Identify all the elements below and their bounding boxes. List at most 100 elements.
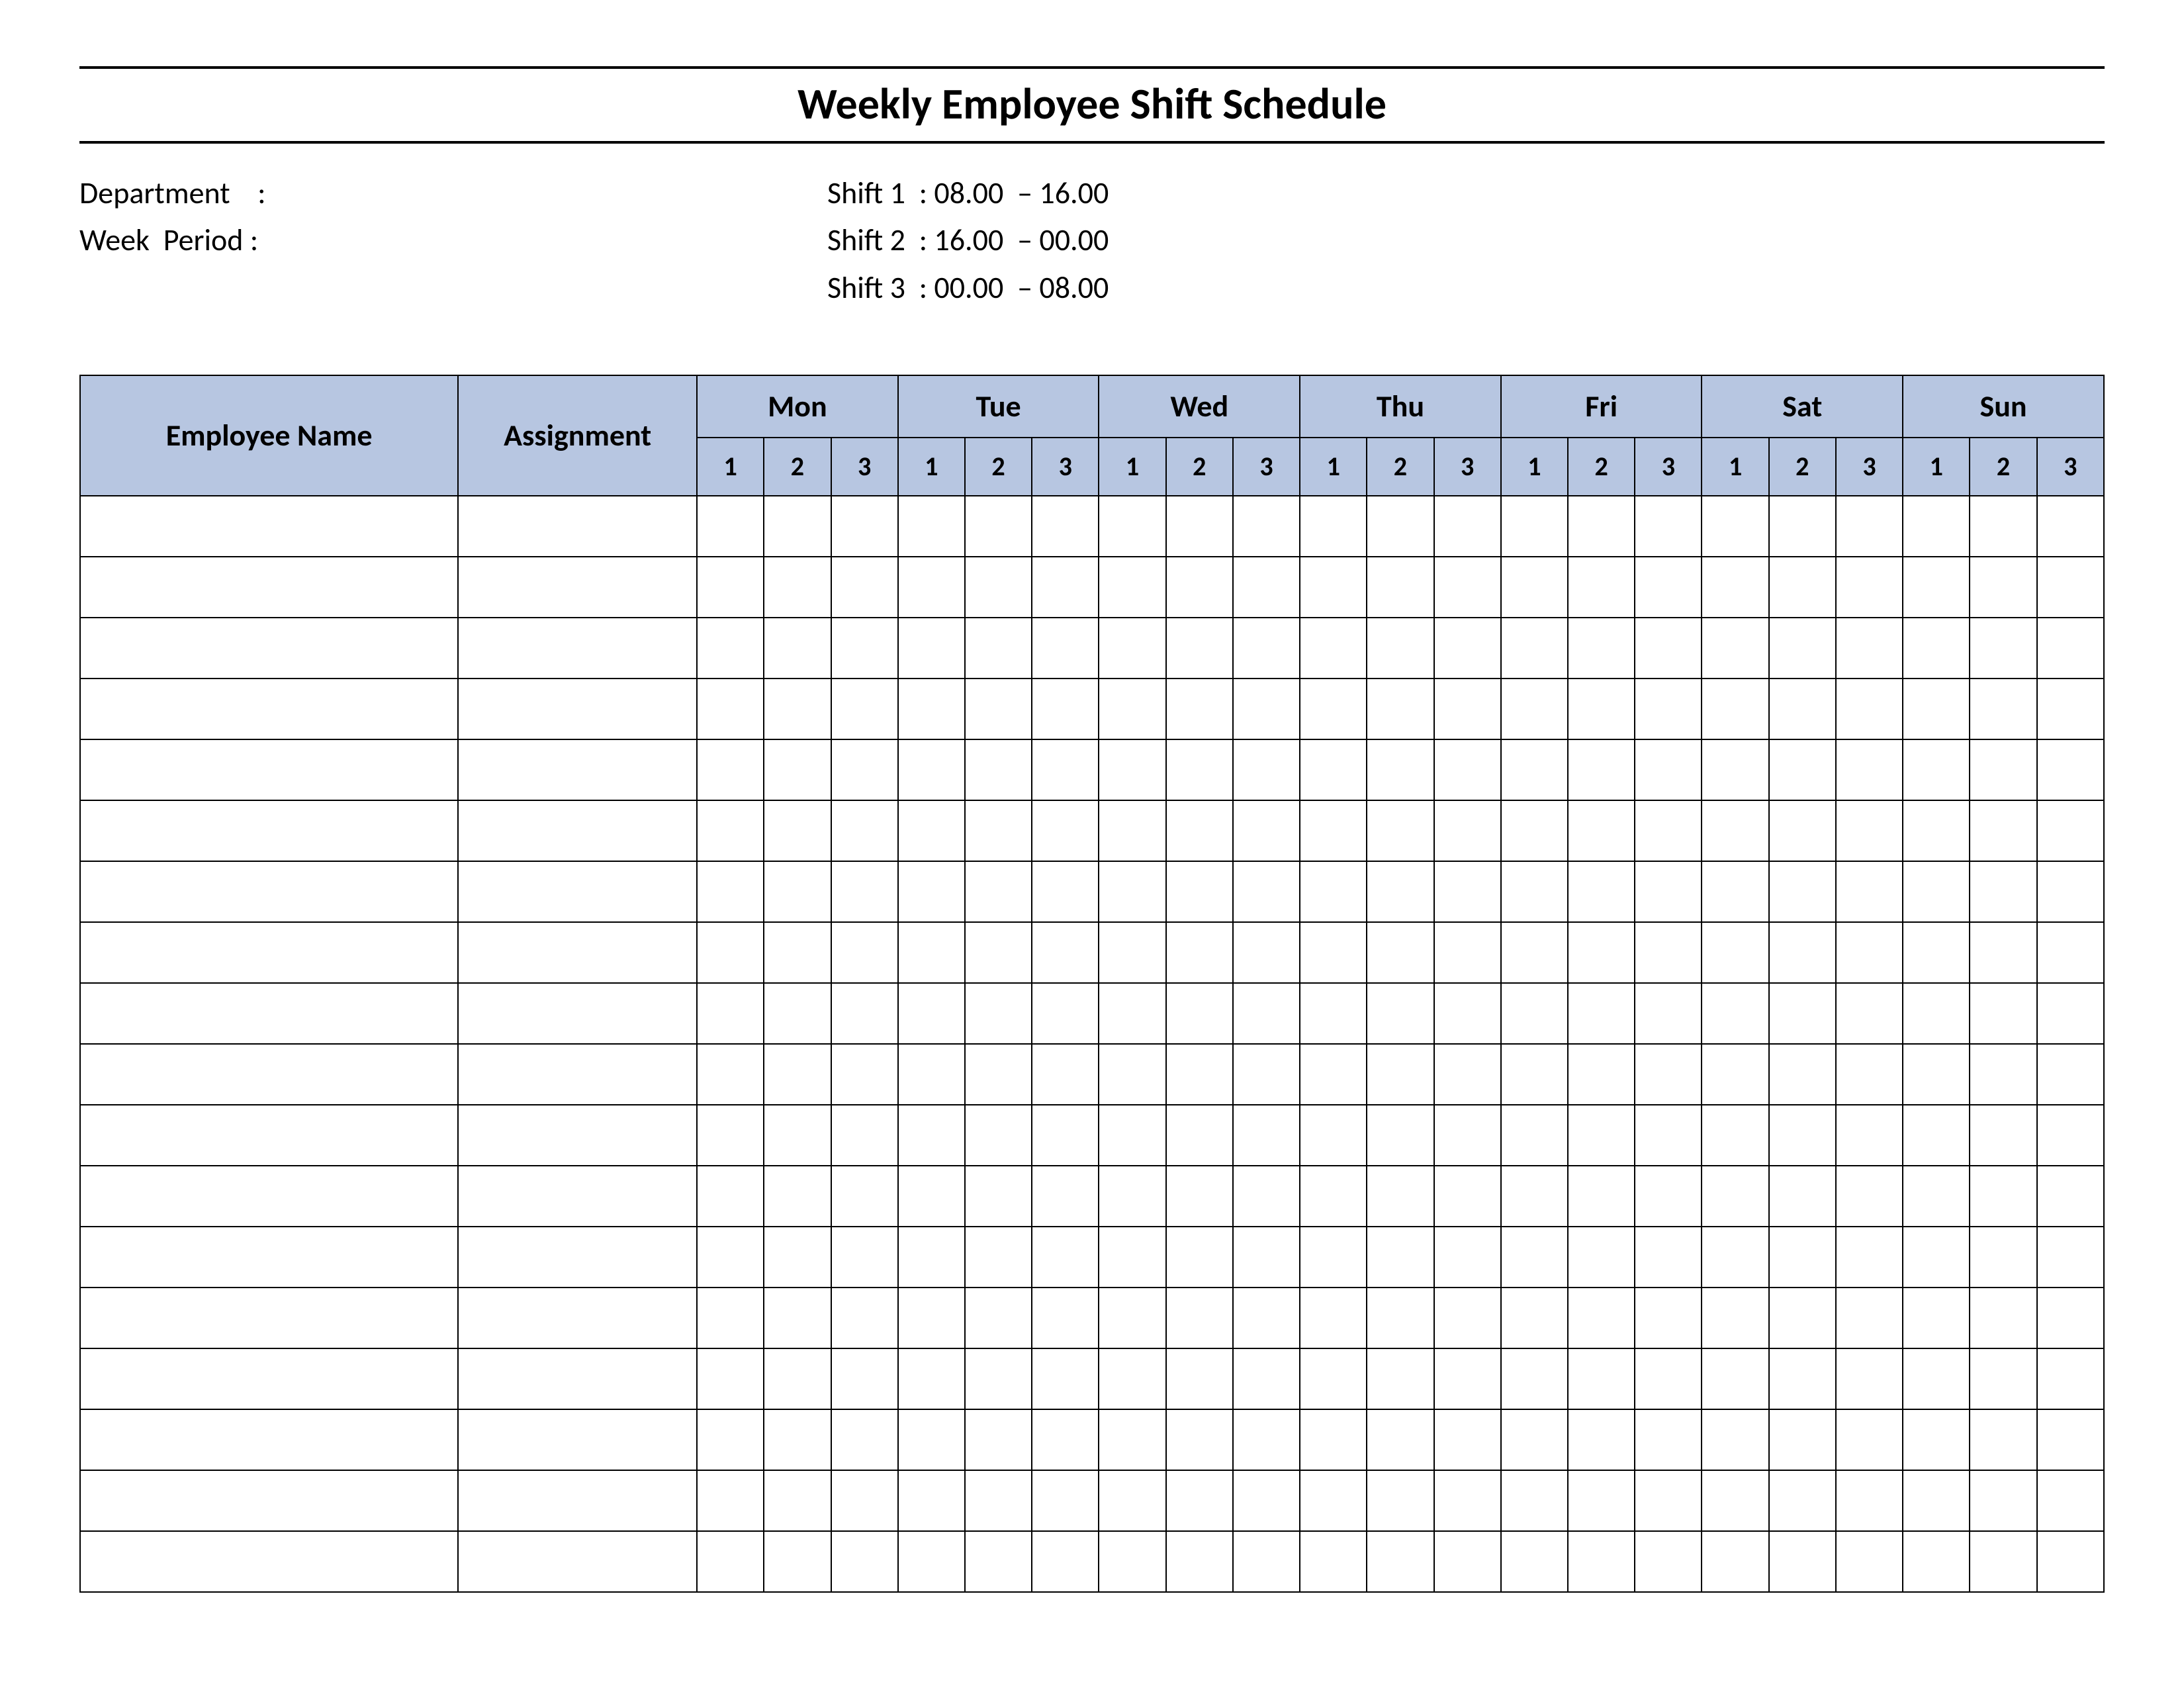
cell-shift[interactable] xyxy=(898,1227,965,1288)
cell-shift[interactable] xyxy=(2037,1348,2104,1409)
cell-shift[interactable] xyxy=(898,800,965,861)
cell-shift[interactable] xyxy=(898,983,965,1044)
cell-shift[interactable] xyxy=(1568,922,1635,983)
cell-assignment[interactable] xyxy=(458,1166,697,1227)
cell-shift[interactable] xyxy=(1434,983,1501,1044)
cell-shift[interactable] xyxy=(764,739,831,800)
cell-shift[interactable] xyxy=(697,1166,764,1227)
cell-shift[interactable] xyxy=(1166,496,1233,557)
cell-shift[interactable] xyxy=(1300,800,1367,861)
cell-shift[interactable] xyxy=(2037,1105,2104,1166)
cell-shift[interactable] xyxy=(1233,496,1300,557)
cell-shift[interactable] xyxy=(1635,1044,1702,1105)
cell-shift[interactable] xyxy=(898,1531,965,1592)
cell-shift[interactable] xyxy=(1769,679,1836,739)
cell-shift[interactable] xyxy=(1032,1470,1099,1531)
cell-shift[interactable] xyxy=(1836,922,1903,983)
cell-shift[interactable] xyxy=(1836,679,1903,739)
cell-shift[interactable] xyxy=(831,1348,898,1409)
cell-assignment[interactable] xyxy=(458,1227,697,1288)
cell-assignment[interactable] xyxy=(458,739,697,800)
cell-shift[interactable] xyxy=(965,1105,1032,1166)
cell-shift[interactable] xyxy=(1702,1166,1768,1227)
cell-shift[interactable] xyxy=(1367,800,1433,861)
cell-shift[interactable] xyxy=(1300,922,1367,983)
cell-shift[interactable] xyxy=(1300,739,1367,800)
cell-shift[interactable] xyxy=(1970,983,2036,1044)
cell-shift[interactable] xyxy=(1702,983,1768,1044)
cell-shift[interactable] xyxy=(1233,983,1300,1044)
cell-shift[interactable] xyxy=(1702,496,1768,557)
cell-shift[interactable] xyxy=(1099,739,1165,800)
cell-employee[interactable] xyxy=(80,618,458,679)
cell-shift[interactable] xyxy=(1769,861,1836,922)
cell-shift[interactable] xyxy=(697,739,764,800)
cell-shift[interactable] xyxy=(1434,1348,1501,1409)
cell-shift[interactable] xyxy=(1434,922,1501,983)
cell-shift[interactable] xyxy=(1367,1531,1433,1592)
cell-shift[interactable] xyxy=(1501,618,1568,679)
cell-shift[interactable] xyxy=(2037,1531,2104,1592)
cell-shift[interactable] xyxy=(965,739,1032,800)
cell-shift[interactable] xyxy=(1166,1288,1233,1348)
cell-shift[interactable] xyxy=(1501,739,1568,800)
cell-assignment[interactable] xyxy=(458,1348,697,1409)
cell-shift[interactable] xyxy=(1702,861,1768,922)
cell-shift[interactable] xyxy=(898,1470,965,1531)
cell-shift[interactable] xyxy=(1367,1044,1433,1105)
cell-shift[interactable] xyxy=(764,800,831,861)
cell-shift[interactable] xyxy=(1032,1227,1099,1288)
cell-shift[interactable] xyxy=(1032,1166,1099,1227)
cell-shift[interactable] xyxy=(1970,679,2036,739)
cell-shift[interactable] xyxy=(764,1044,831,1105)
cell-shift[interactable] xyxy=(965,679,1032,739)
cell-shift[interactable] xyxy=(831,1409,898,1470)
cell-shift[interactable] xyxy=(1501,1105,1568,1166)
cell-shift[interactable] xyxy=(1769,618,1836,679)
cell-shift[interactable] xyxy=(1300,618,1367,679)
cell-shift[interactable] xyxy=(1635,922,1702,983)
cell-shift[interactable] xyxy=(831,1044,898,1105)
cell-shift[interactable] xyxy=(1903,922,1970,983)
cell-shift[interactable] xyxy=(1300,1470,1367,1531)
cell-shift[interactable] xyxy=(1836,1470,1903,1531)
cell-shift[interactable] xyxy=(764,557,831,618)
cell-shift[interactable] xyxy=(2037,1044,2104,1105)
cell-shift[interactable] xyxy=(697,1105,764,1166)
cell-shift[interactable] xyxy=(1702,618,1768,679)
cell-shift[interactable] xyxy=(1568,1348,1635,1409)
cell-shift[interactable] xyxy=(2037,983,2104,1044)
cell-shift[interactable] xyxy=(2037,1470,2104,1531)
cell-shift[interactable] xyxy=(2037,679,2104,739)
cell-shift[interactable] xyxy=(764,1531,831,1592)
cell-shift[interactable] xyxy=(1099,679,1165,739)
cell-assignment[interactable] xyxy=(458,800,697,861)
cell-shift[interactable] xyxy=(1501,1348,1568,1409)
cell-shift[interactable] xyxy=(1166,1348,1233,1409)
cell-shift[interactable] xyxy=(1970,1288,2036,1348)
cell-shift[interactable] xyxy=(1568,679,1635,739)
cell-shift[interactable] xyxy=(1769,1409,1836,1470)
cell-shift[interactable] xyxy=(965,1227,1032,1288)
cell-shift[interactable] xyxy=(1032,1409,1099,1470)
cell-shift[interactable] xyxy=(764,1409,831,1470)
cell-shift[interactable] xyxy=(1970,618,2036,679)
cell-shift[interactable] xyxy=(1166,1409,1233,1470)
cell-shift[interactable] xyxy=(831,1166,898,1227)
cell-assignment[interactable] xyxy=(458,1105,697,1166)
cell-shift[interactable] xyxy=(1233,1227,1300,1288)
cell-shift[interactable] xyxy=(1166,1470,1233,1531)
cell-shift[interactable] xyxy=(1568,1044,1635,1105)
cell-shift[interactable] xyxy=(1434,496,1501,557)
cell-shift[interactable] xyxy=(965,1409,1032,1470)
cell-shift[interactable] xyxy=(1702,557,1768,618)
cell-shift[interactable] xyxy=(831,1470,898,1531)
cell-shift[interactable] xyxy=(1300,1288,1367,1348)
cell-shift[interactable] xyxy=(1970,496,2036,557)
cell-shift[interactable] xyxy=(1903,800,1970,861)
cell-shift[interactable] xyxy=(1970,1409,2036,1470)
cell-shift[interactable] xyxy=(1434,1470,1501,1531)
cell-shift[interactable] xyxy=(697,861,764,922)
cell-shift[interactable] xyxy=(1970,1227,2036,1288)
cell-shift[interactable] xyxy=(1836,1105,1903,1166)
